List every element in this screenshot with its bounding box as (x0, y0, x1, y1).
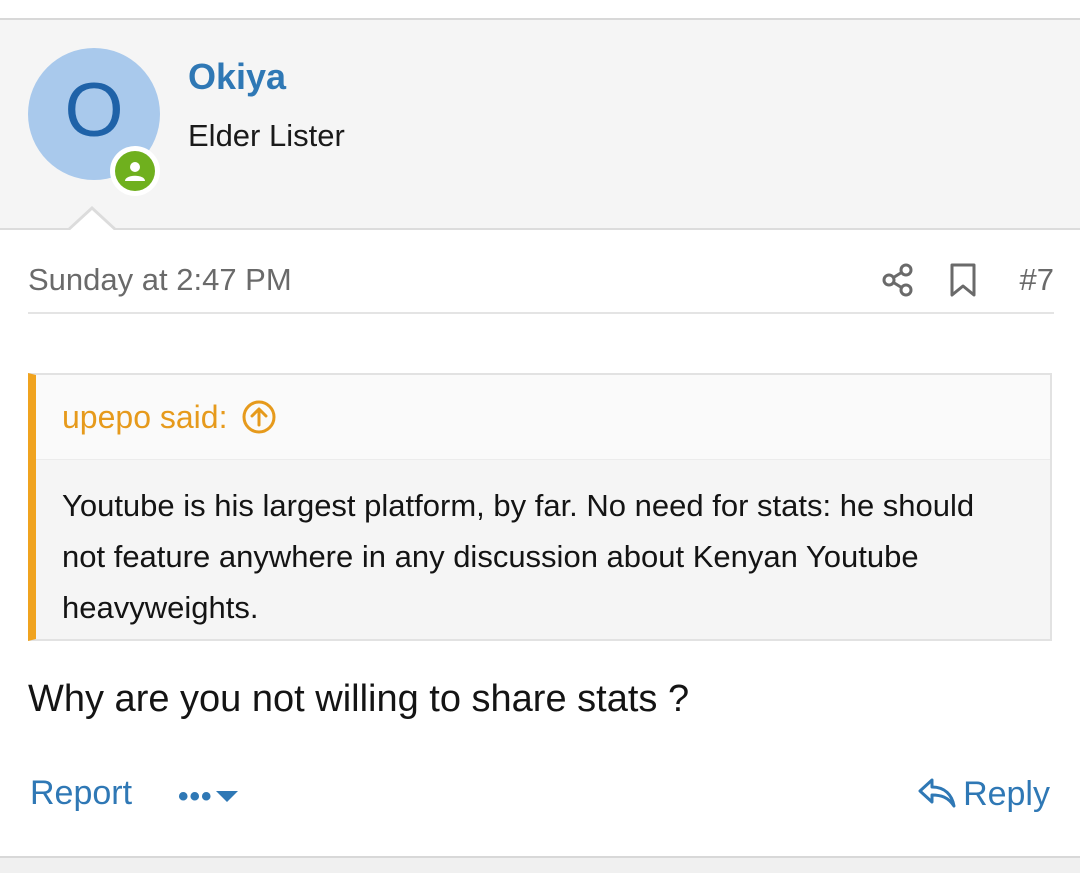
more-options-button[interactable]: ••• (178, 780, 241, 814)
post-meta-row: Sunday at 2:47 PM #7 (28, 250, 1054, 314)
online-status-badge (110, 146, 160, 196)
reply-label: Reply (963, 775, 1050, 813)
bottom-divider (0, 856, 1080, 873)
quote-header: upepo said: (36, 375, 1050, 460)
header-pointer-fill (68, 210, 116, 232)
caret-down-icon (213, 785, 241, 810)
arrow-up-circle-icon[interactable] (241, 399, 277, 435)
post-body-text: Why are you not willing to share stats ? (28, 678, 690, 720)
author-username[interactable]: Okiya (188, 56, 286, 98)
bookmark-icon[interactable] (946, 260, 980, 300)
reply-button[interactable]: Reply (917, 774, 1050, 815)
post-number-link[interactable]: #7 (1020, 262, 1054, 298)
more-dots: ••• (178, 780, 213, 813)
avatar-letter: O (64, 68, 124, 153)
post-date[interactable]: Sunday at 2:47 PM (28, 262, 292, 298)
post-author-header: O Okiya Elder Lister (0, 20, 1080, 230)
quote-author-link[interactable]: upepo said: (62, 399, 227, 436)
report-button[interactable]: Report (30, 774, 132, 813)
quote-text: Youtube is his largest platform, by far.… (62, 488, 975, 625)
user-online-icon (115, 151, 155, 191)
post-actions-bar: Report ••• Reply (0, 770, 1080, 830)
quote-block: upepo said: Youtube is his largest platf… (28, 373, 1052, 641)
share-icon[interactable] (880, 260, 916, 300)
reply-icon (917, 774, 957, 815)
author-title: Elder Lister (188, 118, 345, 153)
top-divider (0, 0, 1080, 20)
